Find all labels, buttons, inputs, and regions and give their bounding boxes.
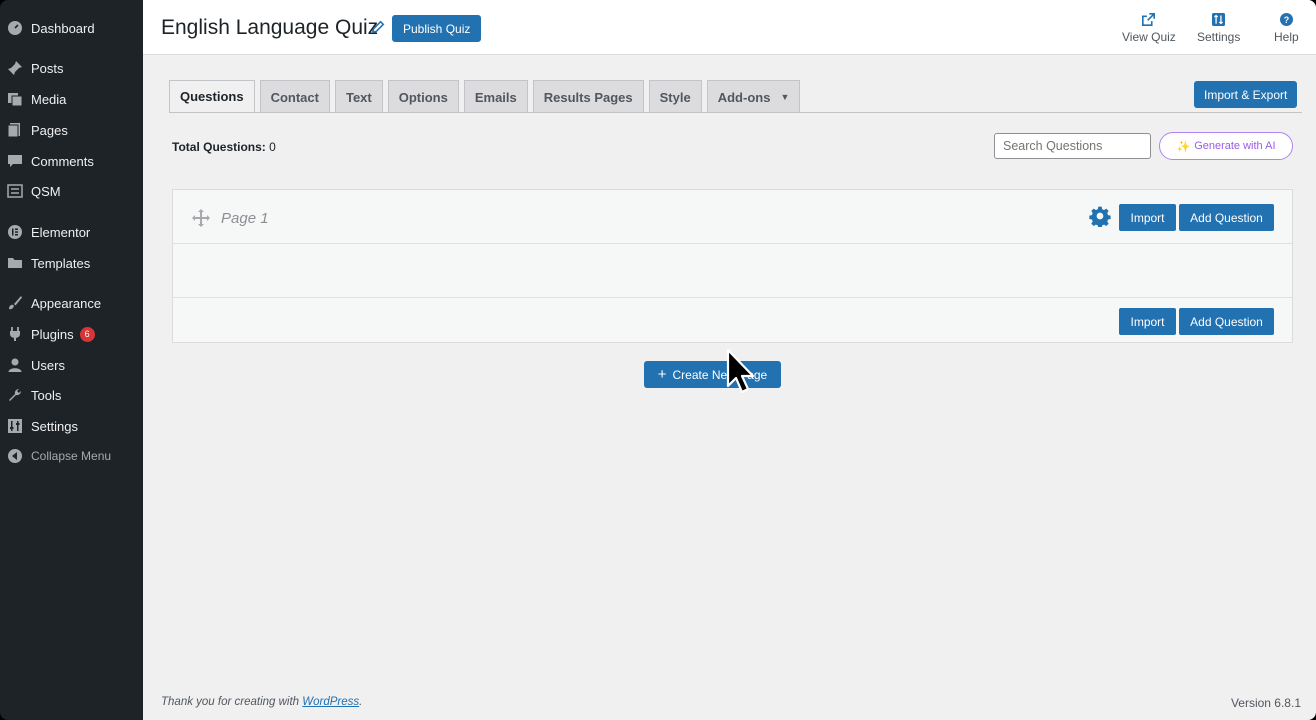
- import-button[interactable]: Import: [1119, 204, 1176, 231]
- page-name: Page 1: [221, 210, 269, 227]
- sidebar-item-label: QSM: [31, 183, 61, 199]
- plugin-icon: [7, 326, 23, 342]
- help-icon: ?: [1279, 12, 1293, 26]
- folder-icon: [7, 255, 23, 271]
- generate-with-ai-label: Generate with AI: [1194, 140, 1276, 152]
- update-count-badge: 6: [79, 326, 95, 342]
- footer-prefix: Thank you for creating with: [161, 696, 303, 708]
- footer-credit: Thank you for creating with WordPress.: [161, 696, 362, 708]
- page-title: English Language Quiz: [161, 16, 379, 39]
- sidebar-item-label: Elementor: [31, 224, 91, 240]
- sidebar-item-label: Collapse Menu: [31, 449, 112, 463]
- tab-questions[interactable]: Questions: [169, 80, 255, 113]
- dashboard-icon: [7, 20, 23, 36]
- sidebar-item-pages[interactable]: Pages: [0, 116, 143, 144]
- page-header: Page 1 Import Add Question: [173, 190, 1292, 244]
- pages-icon: [7, 122, 23, 138]
- sidebar-item-plugins[interactable]: Plugins 6: [0, 320, 143, 348]
- tab-style[interactable]: Style: [648, 80, 702, 113]
- generate-with-ai-button[interactable]: ✨ Generate with AI: [1159, 132, 1293, 160]
- sidebar-item-templates[interactable]: Templates: [0, 249, 143, 277]
- sidebar-item-label: Settings: [31, 418, 78, 434]
- tab-emails[interactable]: Emails: [463, 80, 528, 113]
- quiz-page-panel: Page 1 Import Add Question Import Add Qu…: [172, 189, 1293, 343]
- sidebar-item-label: Appearance: [31, 295, 102, 311]
- tab-options[interactable]: Options: [387, 80, 459, 113]
- wordpress-link[interactable]: WordPress: [302, 696, 359, 708]
- sidebar-item-appearance[interactable]: Appearance: [0, 289, 143, 317]
- sidebar-item-users[interactable]: Users: [0, 351, 143, 379]
- total-questions: Total Questions: 0: [172, 140, 276, 154]
- collapse-menu-button[interactable]: Collapse Menu: [0, 442, 143, 470]
- quiz-tabs: Questions Contact Text Options Emails Re…: [169, 80, 805, 113]
- publish-quiz-button[interactable]: Publish Quiz: [392, 15, 482, 42]
- total-questions-label: Total Questions:: [172, 140, 266, 154]
- sidebar-item-tools[interactable]: Tools: [0, 381, 143, 409]
- sidebar-item-label: Posts: [31, 60, 64, 76]
- sidebar-item-label: Dashboard: [31, 20, 95, 36]
- version-text: Version 6.8.1: [1230, 696, 1301, 710]
- app-window: Dashboard Posts Media Pages Comments QSM…: [0, 0, 1316, 720]
- search-questions-input[interactable]: [994, 133, 1151, 159]
- move-icon[interactable]: [191, 208, 211, 228]
- pencil-icon[interactable]: [371, 20, 387, 36]
- sidebar-item-settings[interactable]: Settings: [0, 412, 143, 440]
- pin-icon: [7, 60, 23, 76]
- admin-sidebar: Dashboard Posts Media Pages Comments QSM…: [0, 0, 143, 720]
- quiz-header: English Language Quiz Publish Quiz View …: [143, 0, 1316, 55]
- settings-link[interactable]: Settings: [1197, 12, 1240, 44]
- sidebar-item-label: Pages: [31, 122, 68, 138]
- elementor-icon: [7, 224, 23, 240]
- sidebar-item-comments[interactable]: Comments: [0, 147, 143, 175]
- add-question-button-bottom[interactable]: Add Question: [1179, 308, 1274, 335]
- settings-label: Settings: [1197, 30, 1241, 44]
- import-button-bottom[interactable]: Import: [1119, 308, 1176, 335]
- settings-sliders-icon: [7, 418, 23, 434]
- help-label: Help: [1274, 30, 1299, 44]
- qsm-icon: [7, 183, 23, 199]
- sidebar-item-dashboard[interactable]: Dashboard: [0, 14, 143, 42]
- wrench-icon: [7, 387, 23, 403]
- sidebar-item-elementor[interactable]: Elementor: [0, 218, 143, 246]
- view-quiz-link[interactable]: View Quiz: [1122, 12, 1176, 44]
- gear-icon[interactable]: [1089, 205, 1111, 228]
- view-quiz-label: View Quiz: [1122, 30, 1176, 44]
- tab-add-ons-label: Add-ons: [717, 89, 771, 105]
- media-icon: [7, 91, 23, 107]
- svg-text:?: ?: [1284, 14, 1289, 24]
- sidebar-item-qsm[interactable]: QSM: [0, 177, 143, 205]
- sidebar-item-posts[interactable]: Posts: [0, 54, 143, 82]
- page-footer: Import Add Question: [173, 300, 1292, 342]
- user-icon: [7, 357, 23, 373]
- tab-results-pages[interactable]: Results Pages: [532, 80, 644, 113]
- sliders-icon: [1212, 12, 1226, 26]
- comment-icon: [7, 153, 23, 169]
- tab-divider: [169, 112, 1302, 113]
- sidebar-item-label: Users: [31, 357, 65, 373]
- external-link-icon: [1142, 12, 1156, 26]
- create-new-page-button[interactable]: + Create New Page: [644, 361, 781, 388]
- sidebar-item-label: Templates: [31, 255, 91, 271]
- tab-text[interactable]: Text: [334, 80, 383, 113]
- sidebar-item-media[interactable]: Media: [0, 85, 143, 113]
- tab-contact[interactable]: Contact: [259, 80, 330, 113]
- mouse-cursor-icon: [726, 348, 755, 394]
- add-question-button[interactable]: Add Question: [1179, 204, 1274, 231]
- tab-add-ons[interactable]: Add-ons ▼: [706, 80, 801, 113]
- sidebar-item-label: Media: [31, 91, 67, 107]
- total-questions-value: 0: [269, 140, 276, 154]
- footer-suffix: .: [359, 696, 363, 708]
- questions-dropzone: [173, 246, 1292, 298]
- plus-icon: +: [657, 366, 667, 383]
- help-link[interactable]: ? Help: [1274, 12, 1299, 44]
- caret-down-icon: ▼: [780, 92, 790, 102]
- collapse-icon: [7, 448, 23, 464]
- sidebar-item-label: Plugins: [31, 326, 74, 342]
- sidebar-item-label: Comments: [31, 153, 94, 169]
- brush-icon: [7, 295, 23, 311]
- sidebar-item-label: Tools: [31, 387, 62, 403]
- sparkle-icon: ✨: [1176, 140, 1191, 153]
- import-export-button[interactable]: Import & Export: [1194, 81, 1298, 108]
